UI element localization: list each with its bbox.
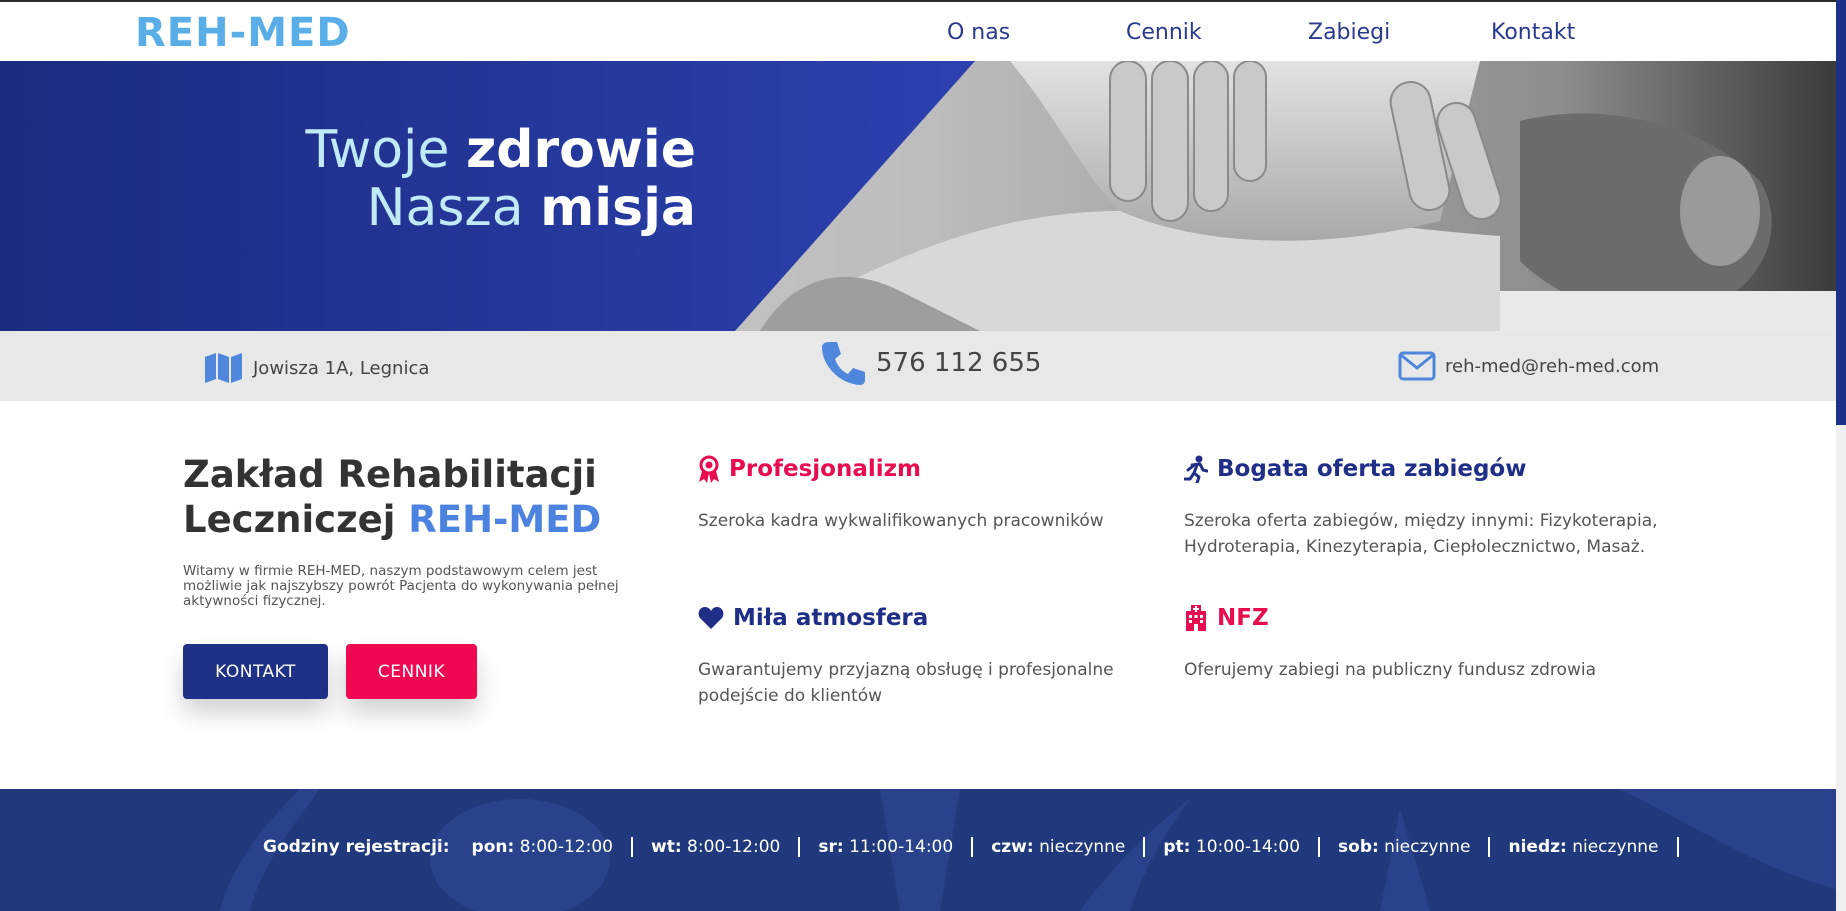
feature-title: Profesjonalizm	[729, 456, 921, 482]
hours-label: Godziny rejestracji:	[263, 837, 450, 857]
feature-oferta: Bogata oferta zabiegów Szeroka oferta za…	[1184, 454, 1664, 560]
hero-line2-light: Nasza	[366, 178, 541, 238]
phone-text: 576 112 655	[876, 348, 1042, 378]
feature-profesjonalizm: Profesjonalizm Szeroka kadra wykwalifiko…	[698, 454, 1128, 534]
feature-title: Miła atmosfera	[733, 605, 929, 631]
feature-title-row: Profesjonalizm	[698, 454, 1128, 484]
email-text: reh-med@reh-med.com	[1445, 355, 1660, 377]
hours-separator	[971, 837, 974, 857]
registration-hours: Godziny rejestracji: pon: 8:00-12:00 wt:…	[263, 837, 1697, 857]
hours-day-sr: sr: 11:00-14:00	[818, 837, 954, 857]
contact-phone[interactable]: 576 112 655	[820, 340, 1041, 386]
feature-atmosfera: Miła atmosfera Gwarantujemy przyjazną ob…	[698, 603, 1128, 709]
heart-icon	[698, 607, 724, 629]
site-header: REH-MED O nas Cennik Zabiegi Kontakt	[0, 2, 1836, 61]
feature-title-row: NFZ	[1184, 603, 1614, 633]
hours-separator	[631, 837, 633, 857]
feature-desc: Oferujemy zabiegi na publiczny fundusz z…	[1184, 660, 1596, 680]
hours-day-niedz: niedz: nieczynne	[1508, 837, 1659, 857]
hours-day-sob: sob: nieczynne	[1338, 837, 1471, 857]
contact-strip: Jowisza 1A, Legnica 576 112 655 reh-med@…	[0, 331, 1836, 401]
contact-address[interactable]: Jowisza 1A, Legnica	[205, 353, 429, 383]
hours-day-wt: wt: 8:00-12:00	[651, 837, 781, 857]
cennik-button[interactable]: CENNIK	[346, 644, 477, 699]
hero-headline: Twoje zdrowie Nasza misja	[306, 121, 696, 237]
hours-separator	[798, 837, 801, 857]
intro-title-accent: REH-MED	[408, 498, 602, 541]
address-text: Jowisza 1A, Legnica	[253, 357, 430, 379]
feature-title-row: Miła atmosfera	[698, 603, 1128, 633]
intro-title: Zakład Rehabilitacji Leczniczej REH-MED	[183, 452, 643, 542]
running-icon	[1184, 455, 1208, 483]
hours-day-czw: czw: nieczynne	[991, 837, 1126, 857]
feature-title: NFZ	[1217, 605, 1269, 631]
nav-link-o-nas[interactable]: O nas	[947, 20, 1010, 45]
contact-email[interactable]: reh-med@reh-med.com	[1398, 351, 1659, 381]
hero-line2-bold: misja	[540, 178, 696, 238]
hours-separator	[1488, 837, 1491, 857]
feature-title: Bogata oferta zabiegów	[1217, 456, 1527, 482]
intro-description: Witamy w firmie REH-MED, naszym podstawo…	[183, 563, 619, 609]
map-icon	[205, 353, 242, 383]
feature-title-row: Bogata oferta zabiegów	[1184, 454, 1664, 484]
kontakt-button[interactable]: KONTAKT	[183, 644, 328, 699]
nav-link-kontakt[interactable]: Kontakt	[1491, 20, 1575, 45]
scrollbar-thumb[interactable]	[1836, 0, 1846, 425]
hours-separator	[1318, 837, 1321, 857]
hours-day-pon: pon: 8:00-12:00	[471, 837, 613, 857]
hours-separator	[1676, 837, 1679, 857]
hero-line1-light: Twoje	[305, 120, 466, 180]
nav-link-cennik[interactable]: Cennik	[1126, 20, 1202, 45]
hero-line1-bold: zdrowie	[466, 120, 696, 180]
hours-footer: Godziny rejestracji: pon: 8:00-12:00 wt:…	[0, 789, 1836, 911]
feature-nfz: NFZ Oferujemy zabiegi na publiczny fundu…	[1184, 603, 1614, 683]
site-logo[interactable]: REH-MED	[135, 10, 351, 56]
award-icon	[699, 455, 719, 483]
feature-desc: Szeroka kadra wykwalifikowanych pracowni…	[698, 511, 1104, 531]
page-scrollbar[interactable]	[1836, 0, 1846, 911]
hero-blue-overlay	[0, 61, 975, 331]
hospital-icon	[1186, 605, 1206, 631]
feature-desc: Szeroka oferta zabiegów, między innymi: …	[1184, 511, 1658, 557]
nav-link-zabiegi[interactable]: Zabiegi	[1308, 20, 1390, 45]
hours-separator	[1143, 837, 1146, 857]
hero-banner: Twoje zdrowie Nasza misja	[0, 61, 1836, 331]
phone-icon	[822, 342, 865, 385]
hours-day-pt: pt: 10:00-14:00	[1163, 837, 1301, 857]
feature-desc: Gwarantujemy przyjazną obsługę i profesj…	[698, 660, 1114, 706]
envelope-icon	[1398, 351, 1436, 381]
intro-section: Zakład Rehabilitacji Leczniczej REH-MED …	[183, 452, 643, 609]
